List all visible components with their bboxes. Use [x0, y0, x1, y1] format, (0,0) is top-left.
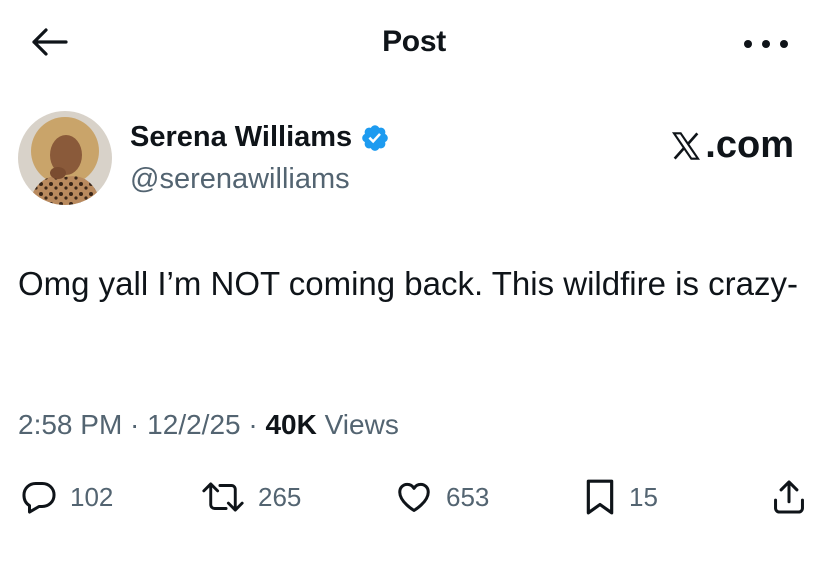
repost-icon [202, 482, 244, 512]
verified-badge-icon [362, 124, 388, 151]
share-button[interactable] [770, 474, 808, 520]
more-horizontal-icon [744, 40, 752, 48]
reply-button[interactable]: 102 [20, 474, 113, 520]
reply-count: 102 [70, 481, 114, 512]
tweet-meta: 2:58 PM · 12/2/25 · 40K Views [18, 409, 399, 441]
heart-icon [398, 482, 430, 512]
author-name[interactable]: Serena Williams [130, 121, 390, 154]
post-page: Post Serena Williams @serenawilliams .co… [0, 0, 828, 568]
share-icon [774, 480, 804, 514]
meta-separator: · [240, 409, 266, 440]
repost-button[interactable]: 265 [200, 474, 301, 520]
avatar[interactable] [18, 111, 112, 205]
bookmark-icon [586, 479, 614, 515]
views-count[interactable]: 40K [265, 409, 316, 440]
meta-separator: · [122, 409, 148, 440]
tweet-text: Omg yall I’m NOT coming back. This wildf… [18, 265, 798, 302]
bookmark-count: 15 [629, 481, 658, 512]
brand-text: .com [705, 124, 794, 166]
action-bar: 102 265 653 15 [0, 474, 828, 520]
x-logo-icon [672, 131, 701, 160]
tweet-time[interactable]: 2:58 PM [18, 409, 122, 440]
author-name-text: Serena Williams [130, 121, 353, 153]
tweet-date[interactable]: 12/2/25 [147, 409, 240, 440]
brand-watermark: .com [669, 124, 794, 167]
bookmark-button[interactable]: 15 [583, 474, 658, 520]
like-count: 653 [446, 481, 490, 512]
reply-icon [22, 482, 56, 514]
like-button[interactable]: 653 [394, 474, 489, 520]
avatar-image [18, 111, 112, 205]
more-options-button[interactable] [744, 38, 788, 50]
repost-count: 265 [258, 481, 302, 512]
page-title: Post [382, 25, 446, 58]
author-handle[interactable]: @serenawilliams [130, 163, 350, 196]
views-label: Views [316, 409, 399, 440]
